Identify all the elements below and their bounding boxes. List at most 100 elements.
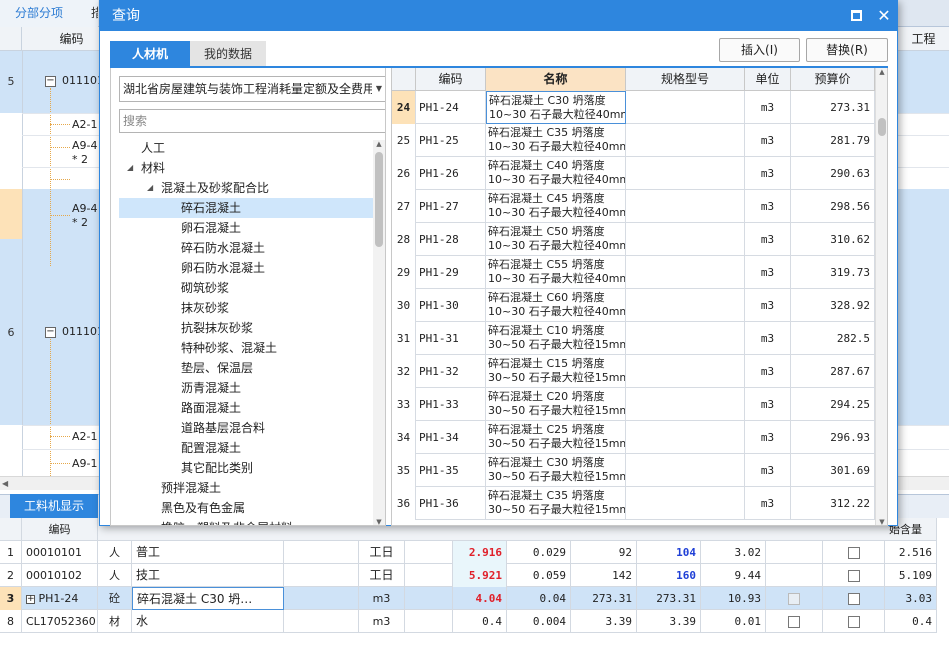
header-rownum <box>0 27 22 51</box>
tab-cuoshi[interactable]: 措 <box>78 0 98 27</box>
scroll-left-icon[interactable]: ◀ <box>2 477 12 490</box>
insert-button[interactable]: 插入(I) <box>719 38 800 62</box>
cell-price: 287.67 <box>791 355 875 388</box>
scroll-down-icon[interactable]: ▼ <box>373 518 385 525</box>
collapse-icon[interactable]: − <box>45 327 56 338</box>
tree-item[interactable]: 卵石防水混凝土 <box>181 258 265 278</box>
table-row[interactable]: 32 PH1-32 碎石混凝土 C15 坍落度 30~50 石子最大粒径15mm m3 2… <box>392 355 875 388</box>
cell-unit: m3 <box>745 289 791 322</box>
maximize-icon[interactable] <box>851 10 862 21</box>
table-row[interactable]: 8 CL17052360 材 水 m3 0.4 0.004 3.39 3.39 … <box>0 610 937 633</box>
row-number: 36 <box>392 487 416 520</box>
cell-unit: m3 <box>745 454 791 487</box>
row-number: 24 <box>392 91 416 124</box>
cell-code: PH1-28 <box>416 223 486 256</box>
caret-expanded-icon[interactable]: ◢ <box>127 163 133 172</box>
row-number: 32 <box>392 355 416 388</box>
cell-name: 碎石混凝土 C30 坍落度 10~30 石子最大粒径40mm <box>486 91 626 124</box>
table-row[interactable]: 27 PH1-27 碎石混凝土 C45 坍落度 10~30 石子最大粒径40mm m3 2… <box>392 190 875 223</box>
table-row[interactable]: 30 PH1-30 碎石混凝土 C60 坍落度 10~30 石子最大粒径40mm m3 3… <box>392 289 875 322</box>
expand-icon[interactable]: + <box>26 594 35 604</box>
row-code: A2-1 <box>72 118 98 131</box>
table-row[interactable]: 33 PH1-33 碎石混凝土 C20 坍落度 30~50 石子最大粒径15mm m3 2… <box>392 388 875 421</box>
cell-price: 273.31 <box>791 91 875 124</box>
scroll-down-icon[interactable]: ▼ <box>876 518 887 525</box>
tree-item[interactable]: 其它配比类别 <box>181 458 253 478</box>
tree-item[interactable]: 卵石混凝土 <box>181 218 241 238</box>
table-row[interactable]: 1 00010101 人 普工 工日 2.916 0.029 92 104 3.… <box>0 541 937 564</box>
tree-item[interactable]: 砌筑砂浆 <box>181 278 229 298</box>
cell-name-line: 10~30 石子最大粒径40mm <box>488 305 626 318</box>
tree-item[interactable]: 配置混凝土 <box>181 438 241 458</box>
dialog-title-bar[interactable]: 查询 ✕ <box>100 1 897 31</box>
table-row[interactable]: 2 00010102 人 技工 工日 5.921 0.059 142 160 9… <box>0 564 937 587</box>
tree-item-crushed-stone-concrete[interactable]: 碎石混凝土 <box>119 198 373 218</box>
table-row[interactable]: 24 PH1-24 碎石混凝土 C30 坍落度 10~30 石子最大粒径40mm m3 2… <box>392 91 875 124</box>
row-number: 5 <box>7 75 15 88</box>
tree-item[interactable]: 垫层、保温层 <box>181 358 253 378</box>
tree-item[interactable]: 碎石防水混凝土 <box>181 238 265 258</box>
tree-item[interactable]: 沥青混凝土 <box>181 378 241 398</box>
table-scrollbar[interactable]: ▲ ▼ <box>875 68 887 525</box>
tree-item-concrete-mortar[interactable]: 混凝土及砂浆配合比 <box>161 178 269 198</box>
tree-item[interactable]: 抗裂抹灰砂浆 <box>181 318 253 338</box>
tree-item-material[interactable]: 材料 <box>141 158 165 178</box>
table-row[interactable]: 36 PH1-36 碎石混凝土 C35 坍落度 30~50 石子最大粒径15mm m3 3… <box>392 487 875 520</box>
header-spec[interactable]: 规格型号 <box>626 68 745 91</box>
header-price[interactable]: 预算价 <box>791 68 875 91</box>
table-row[interactable]: 25 PH1-25 碎石混凝土 C35 坍落度 10~30 石子最大粒径40mm m3 2… <box>392 124 875 157</box>
cell-unit: m3 <box>745 421 791 454</box>
tree-item[interactable]: 橡胶、塑料及非金属材料 <box>161 518 293 525</box>
cell-name-line: 碎石混凝土 C55 坍落度 <box>488 258 605 271</box>
scroll-thumb[interactable] <box>878 118 886 136</box>
caret-expanded-icon[interactable]: ◢ <box>147 183 153 192</box>
header-code[interactable]: 编码 <box>416 68 486 91</box>
scroll-thumb[interactable] <box>375 152 383 247</box>
checkbox[interactable] <box>847 593 860 605</box>
checkbox[interactable] <box>847 570 860 582</box>
resource-table-body: 24 PH1-24 碎石混凝土 C30 坍落度 10~30 石子最大粒径40mm m3 2… <box>392 91 875 525</box>
header-name[interactable]: 名称 <box>486 68 626 91</box>
table-row[interactable]: 34 PH1-34 碎石混凝土 C25 坍落度 30~50 石子最大粒径15mm m3 2… <box>392 421 875 454</box>
table-row[interactable]: 29 PH1-29 碎石混凝土 C55 坍落度 10~30 石子最大粒径40mm m3 3… <box>392 256 875 289</box>
header-unit[interactable]: 单位 <box>745 68 791 91</box>
tab-resource-display[interactable]: 工料机显示 <box>10 494 98 518</box>
replace-button[interactable]: 替换(R) <box>806 38 888 62</box>
scroll-up-icon[interactable]: ▲ <box>876 68 887 76</box>
cell-price: 319.73 <box>791 256 875 289</box>
cell-name-line: 30~50 石子最大粒径15mm <box>488 470 626 483</box>
tree-item-labor[interactable]: 人工 <box>141 138 165 158</box>
cell-name-line: 碎石混凝土 C35 坍落度 <box>488 489 605 502</box>
tree-scrollbar[interactable]: ▲ ▼ <box>373 140 385 525</box>
name-editor[interactable]: 碎石混凝土 C30 坍… <box>132 587 284 610</box>
search-input[interactable] <box>119 109 385 133</box>
cell-name-line: 碎石混凝土 C30 坍落度 <box>488 456 605 469</box>
tree-item[interactable]: 道路基层混合料 <box>181 418 265 438</box>
quota-library-select[interactable]: 湖北省房屋建筑与装饰工程消耗量定额及全费用 ▼ <box>119 76 385 102</box>
scroll-up-icon[interactable]: ▲ <box>373 140 385 148</box>
row-number: 34 <box>392 421 416 454</box>
table-row[interactable]: 26 PH1-26 碎石混凝土 C40 坍落度 10~30 石子最大粒径40mm m3 2… <box>392 157 875 190</box>
checkbox[interactable] <box>788 616 800 628</box>
table-row[interactable]: 35 PH1-35 碎石混凝土 C30 坍落度 30~50 石子最大粒径15mm m3 3… <box>392 454 875 487</box>
table-row[interactable]: 31 PH1-31 碎石混凝土 C10 坍落度 30~50 石子最大粒径15mm m3 2… <box>392 322 875 355</box>
tree-item[interactable]: 特种砂浆、混凝土 <box>181 338 277 358</box>
cell-price: 281.79 <box>791 124 875 157</box>
tab-my-data[interactable]: 我的数据 <box>190 41 266 67</box>
tree-item[interactable]: 路面混凝土 <box>181 398 241 418</box>
cell-name-line: 30~50 石子最大粒径15mm <box>488 503 626 516</box>
tree-item[interactable]: 黑色及有色金属 <box>161 498 245 518</box>
collapse-icon[interactable]: − <box>45 76 56 87</box>
checkbox[interactable] <box>847 616 860 628</box>
tab-material[interactable]: 人材机 <box>110 41 190 67</box>
checkbox[interactable] <box>847 547 860 559</box>
chevron-down-icon[interactable]: ▼ <box>372 77 385 101</box>
table-row-selected[interactable]: 3 + PH1-24 砼 碎石混凝土 C30 坍… m3 4.04 0.04 2… <box>0 587 937 610</box>
table-row[interactable]: 28 PH1-28 碎石混凝土 C50 坍落度 10~30 石子最大粒径40mm m3 3… <box>392 223 875 256</box>
tree-item[interactable]: 预拌混凝土 <box>161 478 221 498</box>
tree-item[interactable]: 抹灰砂浆 <box>181 298 229 318</box>
close-icon[interactable]: ✕ <box>875 3 893 29</box>
tab-fenbu[interactable]: 分部分项 <box>0 0 78 27</box>
cell-name-line: 10~30 石子最大粒径40mm <box>488 239 626 252</box>
row-number: 25 <box>392 124 416 157</box>
